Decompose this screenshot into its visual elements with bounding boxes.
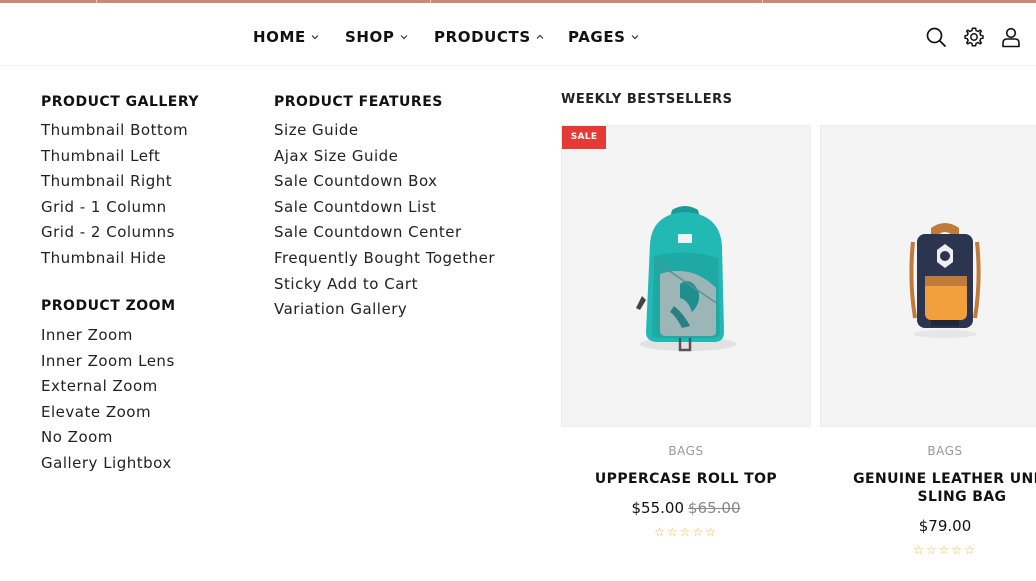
nav-label: SHOP — [345, 28, 395, 46]
menu-link[interactable]: Grid - 2 Columns — [41, 220, 199, 246]
mega-menu-divider — [0, 65, 1036, 66]
sale-badge: SALE — [562, 126, 606, 149]
star-rating: ☆☆☆☆☆ — [654, 525, 718, 539]
menu-link[interactable]: No Zoom — [41, 425, 176, 451]
menu-link[interactable]: Frequently Bought Together — [274, 246, 495, 272]
product-gallery-column: PRODUCT GALLERY Thumbnail Bottom Thumbna… — [41, 93, 199, 272]
product-card[interactable]: BAGS GENUINE LEATHER UNISEX SLING BAG $7… — [820, 125, 1036, 565]
product-price: $55.00 — [631, 499, 685, 517]
site-header: HOME SHOP PRODUCTS PAGES — [0, 3, 1036, 65]
menu-link[interactable]: Sale Countdown Box — [274, 169, 495, 195]
product-gallery-list: Thumbnail Bottom Thumbnail Left Thumbnai… — [41, 118, 199, 272]
menu-link[interactable]: Variation Gallery — [274, 297, 495, 323]
chevron-up-icon — [536, 34, 544, 39]
product-price-row: $79.00 — [820, 517, 1036, 535]
navy-backpack-image — [909, 223, 981, 338]
nav-item-products[interactable]: PRODUCTS — [434, 27, 544, 47]
gear-icon[interactable] — [963, 26, 985, 48]
nav-label: HOME — [253, 28, 306, 46]
product-features-list: Size Guide Ajax Size Guide Sale Countdow… — [274, 118, 495, 323]
column-title: PRODUCT ZOOM — [41, 298, 176, 314]
product-zoom-column: PRODUCT ZOOM Inner Zoom Inner Zoom Lens … — [41, 297, 176, 477]
chevron-down-icon — [311, 35, 319, 40]
product-features-column: PRODUCT FEATURES Size Guide Ajax Size Gu… — [274, 93, 495, 323]
menu-link[interactable]: Sale Countdown List — [274, 195, 495, 221]
menu-link[interactable]: Grid - 1 Column — [41, 195, 199, 221]
nav-label: PRODUCTS — [434, 28, 531, 46]
menu-link[interactable]: Thumbnail Hide — [41, 246, 199, 272]
product-price-row: $55.00 $65.00 — [561, 499, 811, 517]
menu-link[interactable]: Thumbnail Bottom — [41, 118, 199, 144]
menu-link[interactable]: Inner Zoom Lens — [41, 349, 176, 375]
search-icon[interactable] — [925, 26, 947, 48]
product-name[interactable]: GENUINE LEATHER UNISEX SLING BAG — [832, 470, 1036, 506]
product-image[interactable] — [820, 125, 1036, 427]
menu-link[interactable]: Sale Countdown Center — [274, 220, 495, 246]
column-title: PRODUCT FEATURES — [274, 94, 443, 110]
menu-link[interactable]: Sticky Add to Cart — [274, 272, 495, 298]
menu-link[interactable]: External Zoom — [41, 374, 176, 400]
product-card[interactable]: SALE BAGS UPPERCASE ROLL TOP $55.00 $65.0… — [561, 125, 811, 565]
nav-label: PAGES — [568, 28, 626, 46]
product-image[interactable]: SALE — [561, 125, 811, 427]
teal-backpack-image — [636, 206, 736, 352]
menu-link[interactable]: Elevate Zoom — [41, 400, 176, 426]
nav-item-shop[interactable]: SHOP — [345, 27, 408, 47]
menu-link[interactable]: Ajax Size Guide — [274, 144, 495, 170]
chevron-down-icon — [400, 35, 407, 40]
nav-item-home[interactable]: HOME — [253, 27, 319, 47]
product-category[interactable]: BAGS — [561, 444, 811, 458]
bestsellers-title: WEEKLY BESTSELLERS — [561, 92, 733, 107]
product-price: $79.00 — [918, 517, 972, 535]
menu-link[interactable]: Size Guide — [274, 118, 495, 144]
menu-link[interactable]: Inner Zoom — [41, 323, 176, 349]
column-title: PRODUCT GALLERY — [41, 94, 200, 110]
user-icon[interactable] — [1000, 26, 1022, 48]
menu-link[interactable]: Thumbnail Left — [41, 144, 199, 170]
star-rating: ☆☆☆☆☆ — [913, 543, 977, 557]
product-zoom-list: Inner Zoom Inner Zoom Lens External Zoom… — [41, 323, 176, 477]
menu-link[interactable]: Gallery Lightbox — [41, 451, 176, 477]
menu-link[interactable]: Thumbnail Right — [41, 169, 199, 195]
product-old-price: $65.00 — [688, 499, 741, 517]
product-category[interactable]: BAGS — [820, 444, 1036, 458]
nav-item-pages[interactable]: PAGES — [568, 27, 639, 47]
product-name[interactable]: UPPERCASE ROLL TOP — [561, 470, 811, 488]
chevron-down-icon — [631, 35, 639, 40]
